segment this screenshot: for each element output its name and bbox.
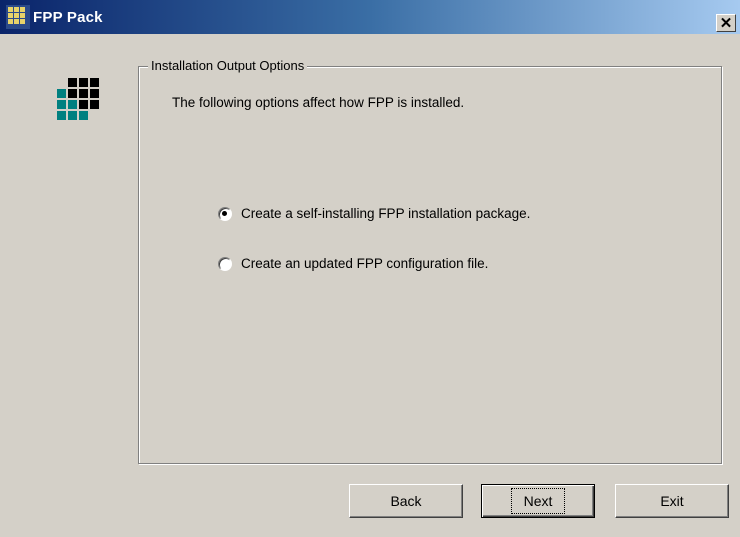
radio-unselected-icon[interactable]: [218, 256, 232, 271]
close-icon: ✕: [719, 14, 733, 32]
radio-selected-icon[interactable]: [218, 206, 232, 221]
close-button[interactable]: ✕: [716, 14, 736, 32]
group-label: Installation Output Options: [148, 58, 308, 73]
option-label: Create an updated FPP configuration file…: [241, 256, 489, 271]
exit-button-label: Exit: [660, 493, 684, 509]
next-button[interactable]: Next: [481, 484, 595, 518]
back-button-label: Back: [390, 493, 422, 509]
back-button[interactable]: Back: [349, 484, 463, 518]
option-label: Create a self-installing FPP installatio…: [241, 206, 531, 221]
app-icon: [6, 5, 30, 29]
window-title: FPP Pack: [33, 8, 103, 26]
option-self-installing-package[interactable]: Create a self-installing FPP installatio…: [218, 206, 530, 221]
fpp-logo-icon: [57, 78, 101, 124]
dialog-window: FPP Pack ✕ Installation Output Options T…: [0, 0, 740, 537]
title-bar-background: [0, 0, 740, 34]
title-bar[interactable]: FPP Pack ✕: [0, 0, 740, 34]
option-updated-config-file[interactable]: Create an updated FPP configuration file…: [218, 256, 488, 271]
exit-button[interactable]: Exit: [615, 484, 729, 518]
next-button-label: Next: [510, 488, 566, 514]
group-description: The following options affect how FPP is …: [172, 95, 465, 110]
